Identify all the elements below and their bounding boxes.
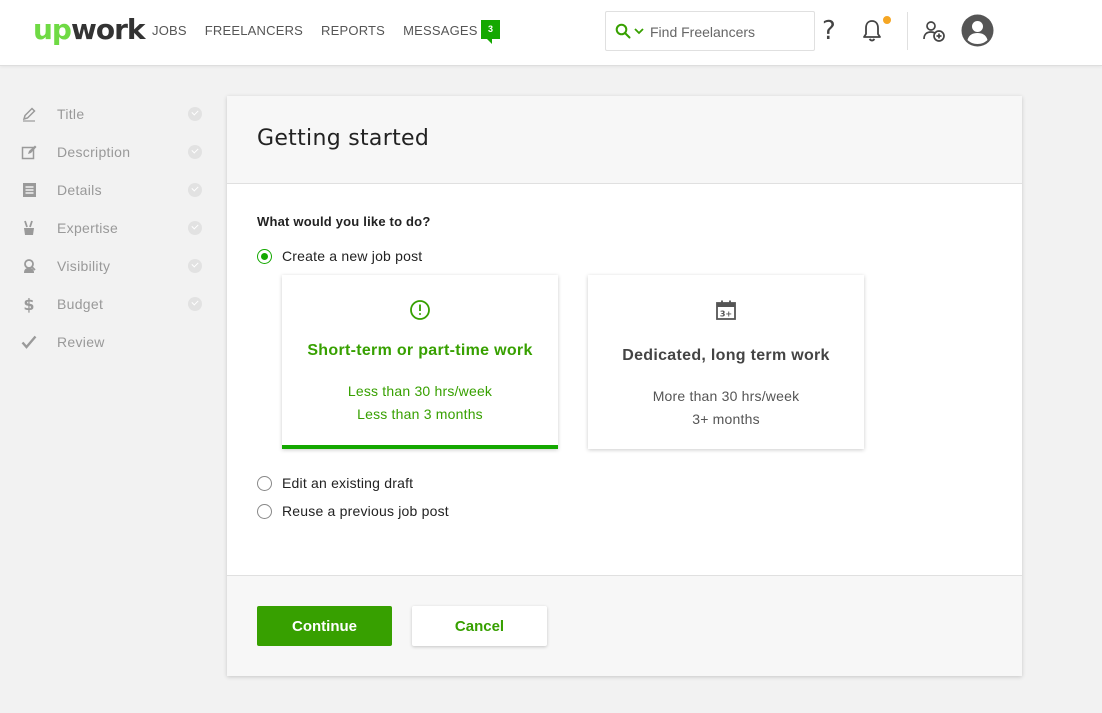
radio-create-new-job[interactable]: Create a new job post bbox=[257, 248, 422, 264]
cancel-button[interactable]: Cancel bbox=[412, 606, 547, 646]
calendar-icon: 3+ bbox=[716, 300, 736, 320]
sidebar-item-description[interactable]: Description bbox=[20, 133, 205, 171]
search-box bbox=[605, 11, 815, 51]
sidebar-item-review[interactable]: Review bbox=[20, 323, 205, 361]
step-complete-check-icon bbox=[188, 259, 202, 273]
upwork-logo[interactable]: upwork bbox=[33, 13, 146, 47]
help-icon[interactable]: ? bbox=[822, 16, 836, 46]
sidebar-item-visibility[interactable]: Visibility bbox=[20, 247, 205, 285]
radio-reuse-job-post[interactable]: Reuse a previous job post bbox=[257, 503, 449, 519]
continue-button[interactable]: Continue bbox=[257, 606, 392, 646]
step-complete-check-icon bbox=[188, 183, 202, 197]
radio-button-selected[interactable] bbox=[257, 248, 272, 264]
messages-count-badge: 3 bbox=[481, 20, 501, 44]
svg-text:3+: 3+ bbox=[720, 310, 732, 319]
radio-label: Edit an existing draft bbox=[282, 475, 414, 491]
radio-button[interactable] bbox=[257, 503, 272, 519]
chevron-down-icon[interactable] bbox=[633, 24, 645, 38]
logo-up: up bbox=[33, 13, 72, 46]
notification-dot bbox=[883, 16, 891, 24]
step-complete-check-icon bbox=[188, 107, 202, 121]
step-complete-check-icon bbox=[188, 297, 202, 311]
question-label: What would you like to do? bbox=[257, 214, 431, 229]
step-complete-check-icon bbox=[188, 145, 202, 159]
getting-started-card: Getting started What would you like to d… bbox=[227, 96, 1022, 676]
header-divider bbox=[907, 12, 908, 50]
sidebar-item-expertise[interactable]: Expertise bbox=[20, 209, 205, 247]
top-navigation-bar: upwork JOBS FREELANCERS REPORTS MESSAGES… bbox=[0, 0, 1102, 66]
job-type-title: Dedicated, long term work bbox=[622, 347, 830, 364]
sidebar-item-label: Visibility bbox=[57, 258, 111, 274]
checkmark-icon bbox=[20, 333, 38, 351]
tools-icon bbox=[20, 219, 38, 237]
job-type-title: Short-term or part-time work bbox=[307, 342, 533, 359]
bell-icon[interactable] bbox=[861, 19, 883, 43]
search-icon[interactable] bbox=[615, 23, 631, 39]
person-search-icon bbox=[20, 257, 38, 275]
job-type-hours: Less than 30 hrs/week bbox=[347, 383, 493, 399]
card-footer: Continue Cancel bbox=[227, 575, 1022, 676]
job-type-long-term[interactable]: 3+ Dedicated, long term work More than 3… bbox=[588, 275, 864, 449]
logo-work: work bbox=[70, 13, 146, 46]
radio-button[interactable] bbox=[257, 475, 272, 491]
nav-jobs[interactable]: JOBS bbox=[152, 22, 187, 40]
sidebar-item-label: Expertise bbox=[57, 220, 119, 236]
pencil-icon bbox=[20, 105, 38, 123]
radio-label: Reuse a previous job post bbox=[282, 503, 449, 519]
sidebar-item-label: Budget bbox=[57, 296, 104, 312]
edit-icon bbox=[20, 143, 38, 161]
main-nav: JOBS FREELANCERS REPORTS MESSAGES 3 bbox=[152, 20, 501, 44]
radio-edit-draft[interactable]: Edit an existing draft bbox=[257, 475, 413, 491]
job-type-hours: More than 30 hrs/week bbox=[652, 388, 800, 404]
job-type-short-term[interactable]: Short-term or part-time work Less than 3… bbox=[282, 275, 558, 449]
sidebar-item-label: Title bbox=[57, 106, 85, 122]
nav-freelancers[interactable]: FREELANCERS bbox=[205, 22, 303, 40]
add-user-icon[interactable] bbox=[922, 19, 946, 43]
list-icon bbox=[20, 181, 38, 199]
clock-icon bbox=[410, 300, 430, 320]
nav-reports[interactable]: REPORTS bbox=[321, 22, 385, 40]
sidebar-item-title[interactable]: Title bbox=[20, 95, 205, 133]
step-complete-check-icon bbox=[188, 221, 202, 235]
search-input[interactable] bbox=[650, 21, 810, 43]
page-title: Getting started bbox=[257, 126, 430, 151]
sidebar-item-label: Description bbox=[57, 144, 131, 160]
nav-messages-wrap: MESSAGES 3 bbox=[403, 20, 501, 44]
sidebar-item-budget[interactable]: $ Budget bbox=[20, 285, 205, 323]
job-type-duration: Less than 3 months bbox=[357, 406, 483, 422]
sidebar-item-details[interactable]: Details bbox=[20, 171, 205, 209]
dollar-icon: $ bbox=[23, 294, 35, 314]
job-type-duration: 3+ months bbox=[692, 411, 760, 427]
user-avatar-icon[interactable] bbox=[961, 14, 994, 47]
nav-messages[interactable]: MESSAGES bbox=[403, 22, 478, 40]
job-post-steps-sidebar: Title Description Details Expertise Visi… bbox=[20, 95, 205, 361]
sidebar-item-label: Review bbox=[57, 334, 105, 350]
sidebar-item-label: Details bbox=[57, 182, 102, 198]
radio-label: Create a new job post bbox=[282, 248, 423, 264]
